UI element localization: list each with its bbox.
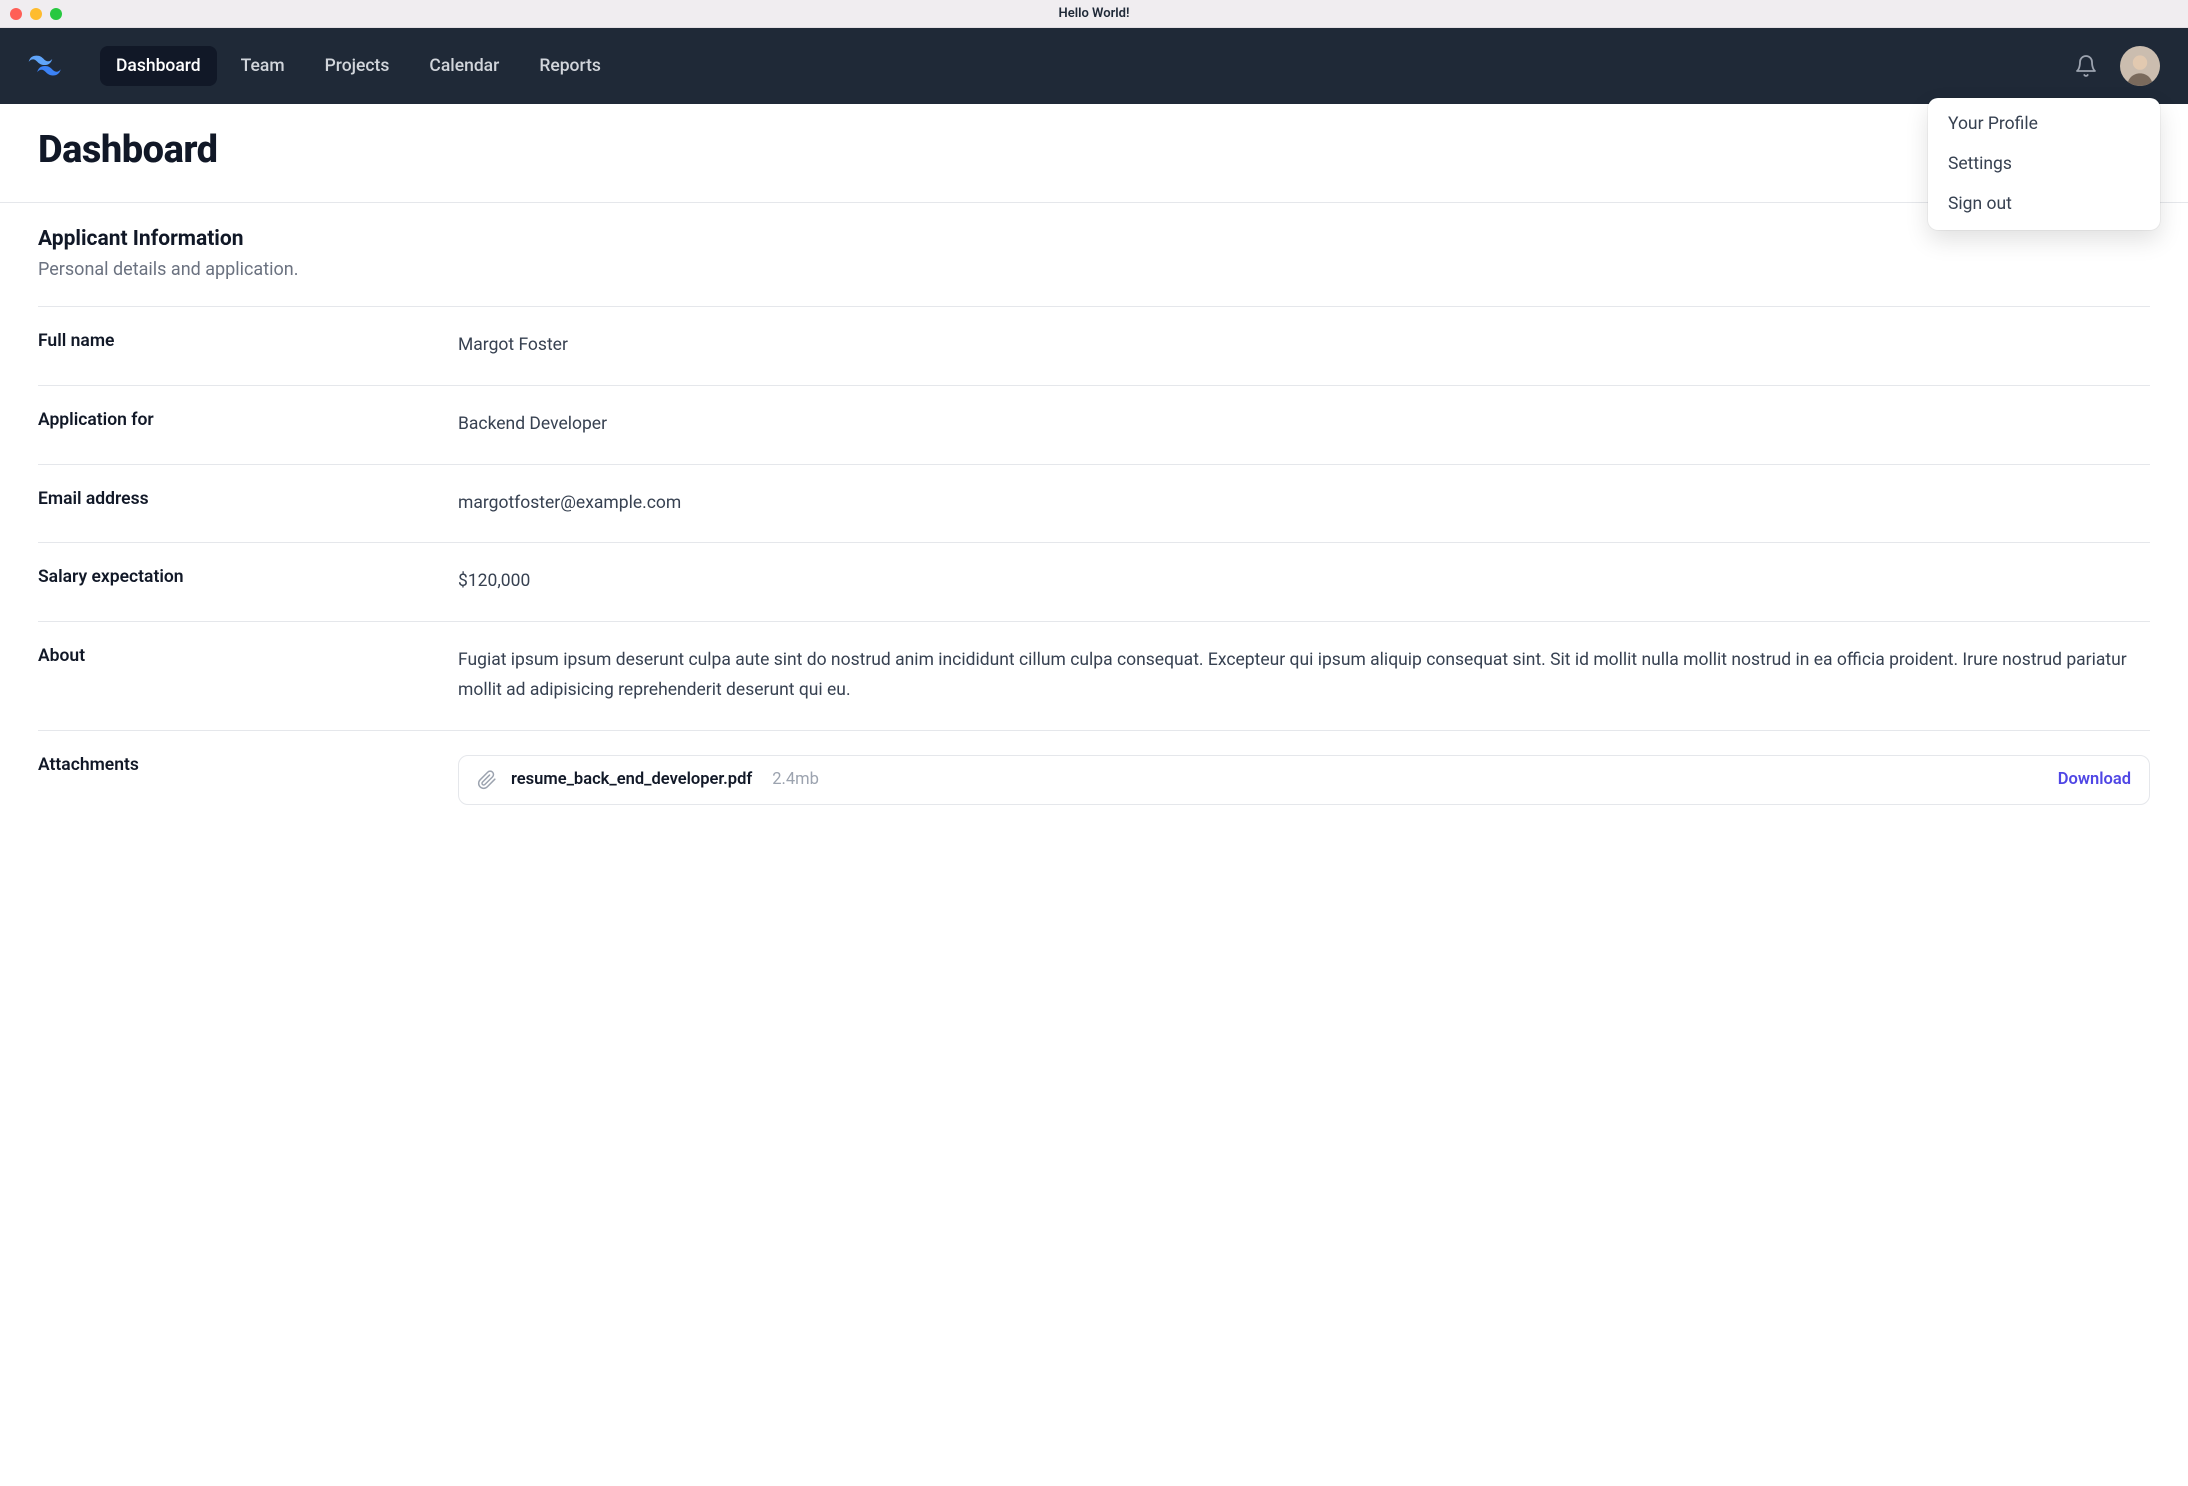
page-title: Dashboard xyxy=(38,128,2150,172)
nav-item-calendar[interactable]: Calendar xyxy=(413,46,515,86)
field-full-name: Full name Margot Foster xyxy=(38,306,2150,385)
field-label-about: About xyxy=(38,646,458,706)
nav-right xyxy=(2074,46,2160,86)
window-controls xyxy=(10,8,62,20)
field-value-full-name: Margot Foster xyxy=(458,331,2150,361)
attachment-item: resume_back_end_developer.pdf 2.4mb Down… xyxy=(459,756,2149,804)
window-title: Hello World! xyxy=(1059,6,1130,21)
maximize-window-button[interactable] xyxy=(50,8,62,20)
top-navbar: Dashboard Team Projects Calendar Reports… xyxy=(0,28,2188,104)
applicant-fields: Full name Margot Foster Application for … xyxy=(38,306,2150,829)
field-label-full-name: Full name xyxy=(38,331,458,361)
dropdown-item-sign-out[interactable]: Sign out xyxy=(1928,184,2160,224)
close-window-button[interactable] xyxy=(10,8,22,20)
field-label-attachments: Attachments xyxy=(38,755,458,805)
dropdown-item-settings[interactable]: Settings xyxy=(1928,144,2160,184)
field-value-salary: $120,000 xyxy=(458,567,2150,597)
attachment-download-link[interactable]: Download xyxy=(2058,770,2131,789)
window-titlebar: Hello World! xyxy=(0,0,2188,28)
field-value-application-for: Backend Developer xyxy=(458,410,2150,440)
field-value-email: margotfoster@example.com xyxy=(458,489,2150,519)
field-label-application-for: Application for xyxy=(38,410,458,440)
field-label-salary: Salary expectation xyxy=(38,567,458,597)
nav-item-projects[interactable]: Projects xyxy=(309,46,406,86)
bell-icon xyxy=(2074,54,2098,78)
page-header: Dashboard xyxy=(0,104,2188,203)
field-email: Email address margotfoster@example.com xyxy=(38,464,2150,543)
nav-item-reports[interactable]: Reports xyxy=(523,46,617,86)
dropdown-item-your-profile[interactable]: Your Profile xyxy=(1928,104,2160,144)
field-value-about: Fugiat ipsum ipsum deserunt culpa aute s… xyxy=(458,646,2150,706)
nav-item-dashboard[interactable]: Dashboard xyxy=(100,46,217,86)
field-label-email: Email address xyxy=(38,489,458,519)
applicant-section: Applicant Information Personal details a… xyxy=(0,203,2188,859)
notifications-button[interactable] xyxy=(2074,54,2098,78)
avatar-button[interactable] xyxy=(2120,46,2160,86)
avatar-icon xyxy=(2122,50,2158,86)
section-subtitle: Personal details and application. xyxy=(38,259,2150,280)
attachment-size: 2.4mb xyxy=(772,770,819,789)
app-logo xyxy=(28,49,62,83)
minimize-window-button[interactable] xyxy=(30,8,42,20)
field-salary: Salary expectation $120,000 xyxy=(38,542,2150,621)
profile-dropdown: Your Profile Settings Sign out xyxy=(1928,98,2160,230)
attachment-name: resume_back_end_developer.pdf xyxy=(511,770,752,789)
section-title: Applicant Information xyxy=(38,227,2150,251)
nav-item-team[interactable]: Team xyxy=(225,46,301,86)
paperclip-icon xyxy=(477,770,497,790)
field-application-for: Application for Backend Developer xyxy=(38,385,2150,464)
nav-items: Dashboard Team Projects Calendar Reports xyxy=(100,46,617,86)
attachment-list: resume_back_end_developer.pdf 2.4mb Down… xyxy=(458,755,2150,805)
field-about: About Fugiat ipsum ipsum deserunt culpa … xyxy=(38,621,2150,730)
field-attachments: Attachments resume_back_end_developer.pd… xyxy=(38,730,2150,829)
